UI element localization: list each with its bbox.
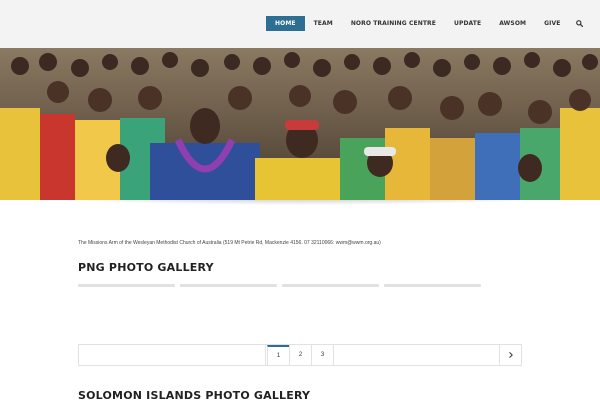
hero-banner-photo (0, 48, 600, 200)
nav-item-team[interactable]: TEAM (305, 16, 342, 31)
pagination-divider (333, 345, 334, 365)
nav-item-give[interactable]: GIVE (535, 16, 569, 31)
site-header: HOME TEAM NORO TRAINING CENTRE UPDATE AW… (0, 0, 600, 48)
nav-item-noro-training-centre[interactable]: NORO TRAINING CENTRE (342, 16, 445, 31)
pagination-divider (265, 345, 266, 365)
png-gallery-title: PNG PHOTO GALLERY (78, 261, 214, 274)
gallery-thumbnail[interactable] (78, 284, 175, 287)
search-icon (576, 20, 583, 27)
nav-item-home[interactable]: HOME (266, 16, 305, 31)
gallery-pagination: 1 2 3 (78, 344, 522, 366)
gallery-thumbnails (78, 284, 481, 287)
search-button[interactable] (573, 16, 585, 31)
gallery-thumbnail[interactable] (282, 284, 379, 287)
crowd-photo (0, 48, 600, 200)
gallery-thumbnail[interactable] (384, 284, 481, 287)
main-nav: HOME TEAM NORO TRAINING CENTRE UPDATE AW… (266, 16, 585, 31)
organization-subtitle: The Missions Arm of the Wesleyan Methodi… (78, 240, 381, 246)
nav-item-awsom[interactable]: AWSOM (490, 16, 535, 31)
gallery-thumbnail[interactable] (180, 284, 277, 287)
hero-shadow (0, 200, 600, 218)
page-button-3[interactable]: 3 (311, 345, 333, 365)
page-button-1[interactable]: 1 (267, 345, 289, 365)
solomon-islands-gallery-title: SOLOMON ISLANDS PHOTO GALLERY (78, 389, 311, 400)
nav-item-update[interactable]: UPDATE (445, 16, 490, 31)
next-page-button[interactable] (499, 345, 521, 365)
page-button-2[interactable]: 2 (289, 345, 311, 365)
chevron-right-icon (508, 352, 513, 358)
